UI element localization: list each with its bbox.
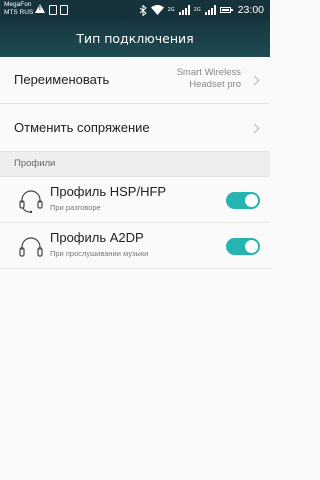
bluetooth-icon [139, 4, 147, 16]
status-icons: 2G 2G 23:00 [139, 3, 264, 17]
network-type-2: 2G [193, 6, 201, 13]
carrier-info: MegaFon MTS RUS [4, 1, 33, 17]
profile-subtitle: При прослушивании музыки [50, 249, 149, 258]
profiles-section-header: Профили [0, 152, 270, 177]
unpair-row[interactable]: Отменить сопряжение [0, 104, 270, 152]
profile-subtitle: При разговоре [50, 203, 101, 212]
chevron-right-icon [249, 75, 260, 86]
page-title: Тип подключения [0, 20, 270, 57]
toggle-knob [245, 194, 258, 207]
device-name-value: Smart Wireless Headset pro [176, 67, 241, 90]
hsp-hfp-toggle[interactable] [226, 192, 260, 209]
rename-label: Переименовать [14, 72, 110, 87]
carrier-1: MegaFon [4, 1, 32, 8]
battery-icon [219, 7, 233, 13]
profile-title: Профиль HSP/HFP [50, 184, 167, 199]
headphones-icon [19, 237, 43, 257]
profiles-section-title: Профили [14, 158, 56, 169]
warning-icon [35, 4, 45, 13]
sim-icon [60, 5, 68, 15]
clock: 23:00 [237, 4, 264, 16]
signal-icon [204, 5, 216, 15]
profile-title: Профиль A2DP [50, 230, 144, 245]
headset-mic-icon [19, 190, 43, 214]
a2dp-toggle[interactable] [226, 238, 260, 255]
carrier-2: MTS RUS [4, 9, 34, 16]
rename-row[interactable]: Переименовать Smart Wireless Headset pro [0, 57, 270, 104]
unpair-label: Отменить сопряжение [14, 120, 150, 135]
profile-row-hsp-hfp: Профиль HSP/HFP При разговоре [0, 177, 270, 223]
wifi-icon [150, 5, 164, 15]
empty-area [0, 270, 270, 480]
status-bar: MegaFon MTS RUS 2G 2G 23:00 [0, 0, 270, 20]
chevron-right-icon [249, 123, 260, 134]
profile-row-a2dp: Профиль A2DP При прослушивании музыки [0, 223, 270, 269]
toggle-knob [245, 240, 258, 253]
sim-icon [49, 5, 57, 15]
network-type-1: 2G [167, 6, 175, 13]
signal-icon [178, 5, 190, 15]
